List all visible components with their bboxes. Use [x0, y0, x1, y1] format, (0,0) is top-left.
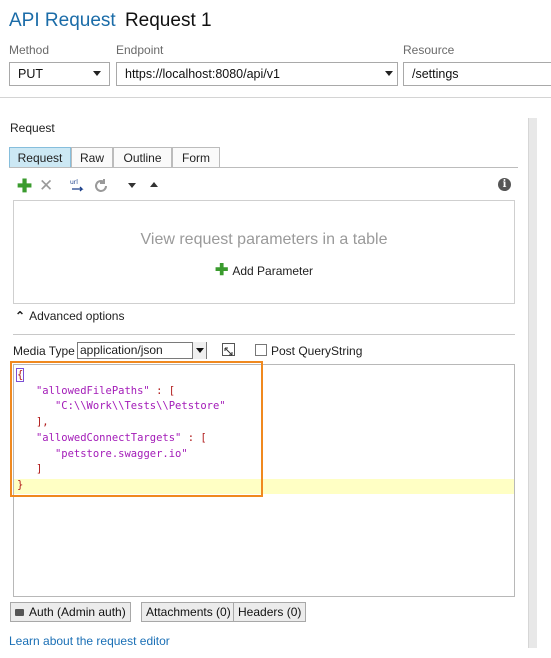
endpoint-label: Endpoint [116, 43, 164, 57]
endpoint-combo[interactable]: https://localhost:8080/api/v1 [116, 62, 398, 86]
tab-strip-border [9, 167, 518, 168]
post-querystring-checkbox[interactable] [255, 344, 267, 356]
title-prefix: API Request [9, 10, 116, 31]
move-down-icon[interactable] [128, 183, 136, 188]
tab-auth[interactable]: Auth (Admin auth) [10, 602, 131, 622]
request-section-label: Request [10, 121, 55, 135]
scrollbar[interactable] [528, 118, 537, 648]
add-parameter-label: Add Parameter [232, 264, 314, 278]
params-hint: View request parameters in a table [140, 231, 388, 248]
advanced-options-toggle[interactable]: ⌃ Advanced options [15, 309, 124, 323]
svg-text:url: url [70, 179, 78, 186]
chevron-down-icon [93, 71, 101, 76]
encode-url-icon[interactable]: url [70, 177, 86, 193]
move-up-icon[interactable] [150, 182, 158, 187]
tab-outline[interactable]: Outline [113, 147, 172, 168]
lock-icon [15, 609, 24, 616]
post-querystring-label: Post QueryString [271, 344, 363, 358]
refresh-icon[interactable] [93, 178, 109, 194]
resource-value: /settings [412, 67, 459, 81]
chevron-down-icon [385, 71, 393, 76]
advanced-options-label: Advanced options [29, 309, 125, 323]
tab-form[interactable]: Form [172, 147, 220, 168]
chevron-down-icon [196, 348, 204, 353]
request-name: Request 1 [124, 10, 212, 31]
highlight-box [10, 361, 263, 497]
method-label: Method [9, 43, 50, 57]
learn-more-link[interactable]: Learn about the request editor [9, 634, 170, 648]
add-parameter-button[interactable]: ✚ Add Parameter [14, 260, 514, 280]
double-chevron-up-icon: ⌃ [15, 309, 26, 323]
resource-label: Resource [403, 43, 455, 57]
expand-editor-icon[interactable] [222, 343, 235, 356]
resource-field[interactable]: /settings [403, 62, 551, 86]
tab-attachments[interactable]: Attachments (0) [141, 602, 236, 622]
plus-icon: ✚ [214, 262, 229, 279]
media-type-dropdown-button[interactable] [192, 342, 206, 359]
page-title: API Request Request 1 [9, 10, 212, 32]
header-separator [0, 97, 551, 98]
media-type-label: Media Type [13, 344, 75, 358]
media-type-value: application/json [80, 343, 163, 357]
tab-request[interactable]: Request [9, 147, 71, 168]
delete-icon[interactable]: ✕ [39, 177, 53, 194]
tab-auth-label: Auth (Admin auth) [29, 605, 126, 619]
tab-raw[interactable]: Raw [71, 147, 113, 168]
add-icon[interactable]: ✚ [17, 177, 32, 195]
method-value: PUT [18, 67, 43, 81]
endpoint-value: https://localhost:8080/api/v1 [125, 67, 280, 81]
tab-headers[interactable]: Headers (0) [233, 602, 307, 622]
method-select[interactable]: PUT [9, 62, 110, 86]
info-icon[interactable]: i [498, 178, 511, 191]
media-type-select[interactable]: application/json [77, 342, 207, 359]
parameters-table[interactable]: View request parameters in a table ✚ Add … [13, 200, 515, 304]
advanced-separator [13, 334, 515, 335]
